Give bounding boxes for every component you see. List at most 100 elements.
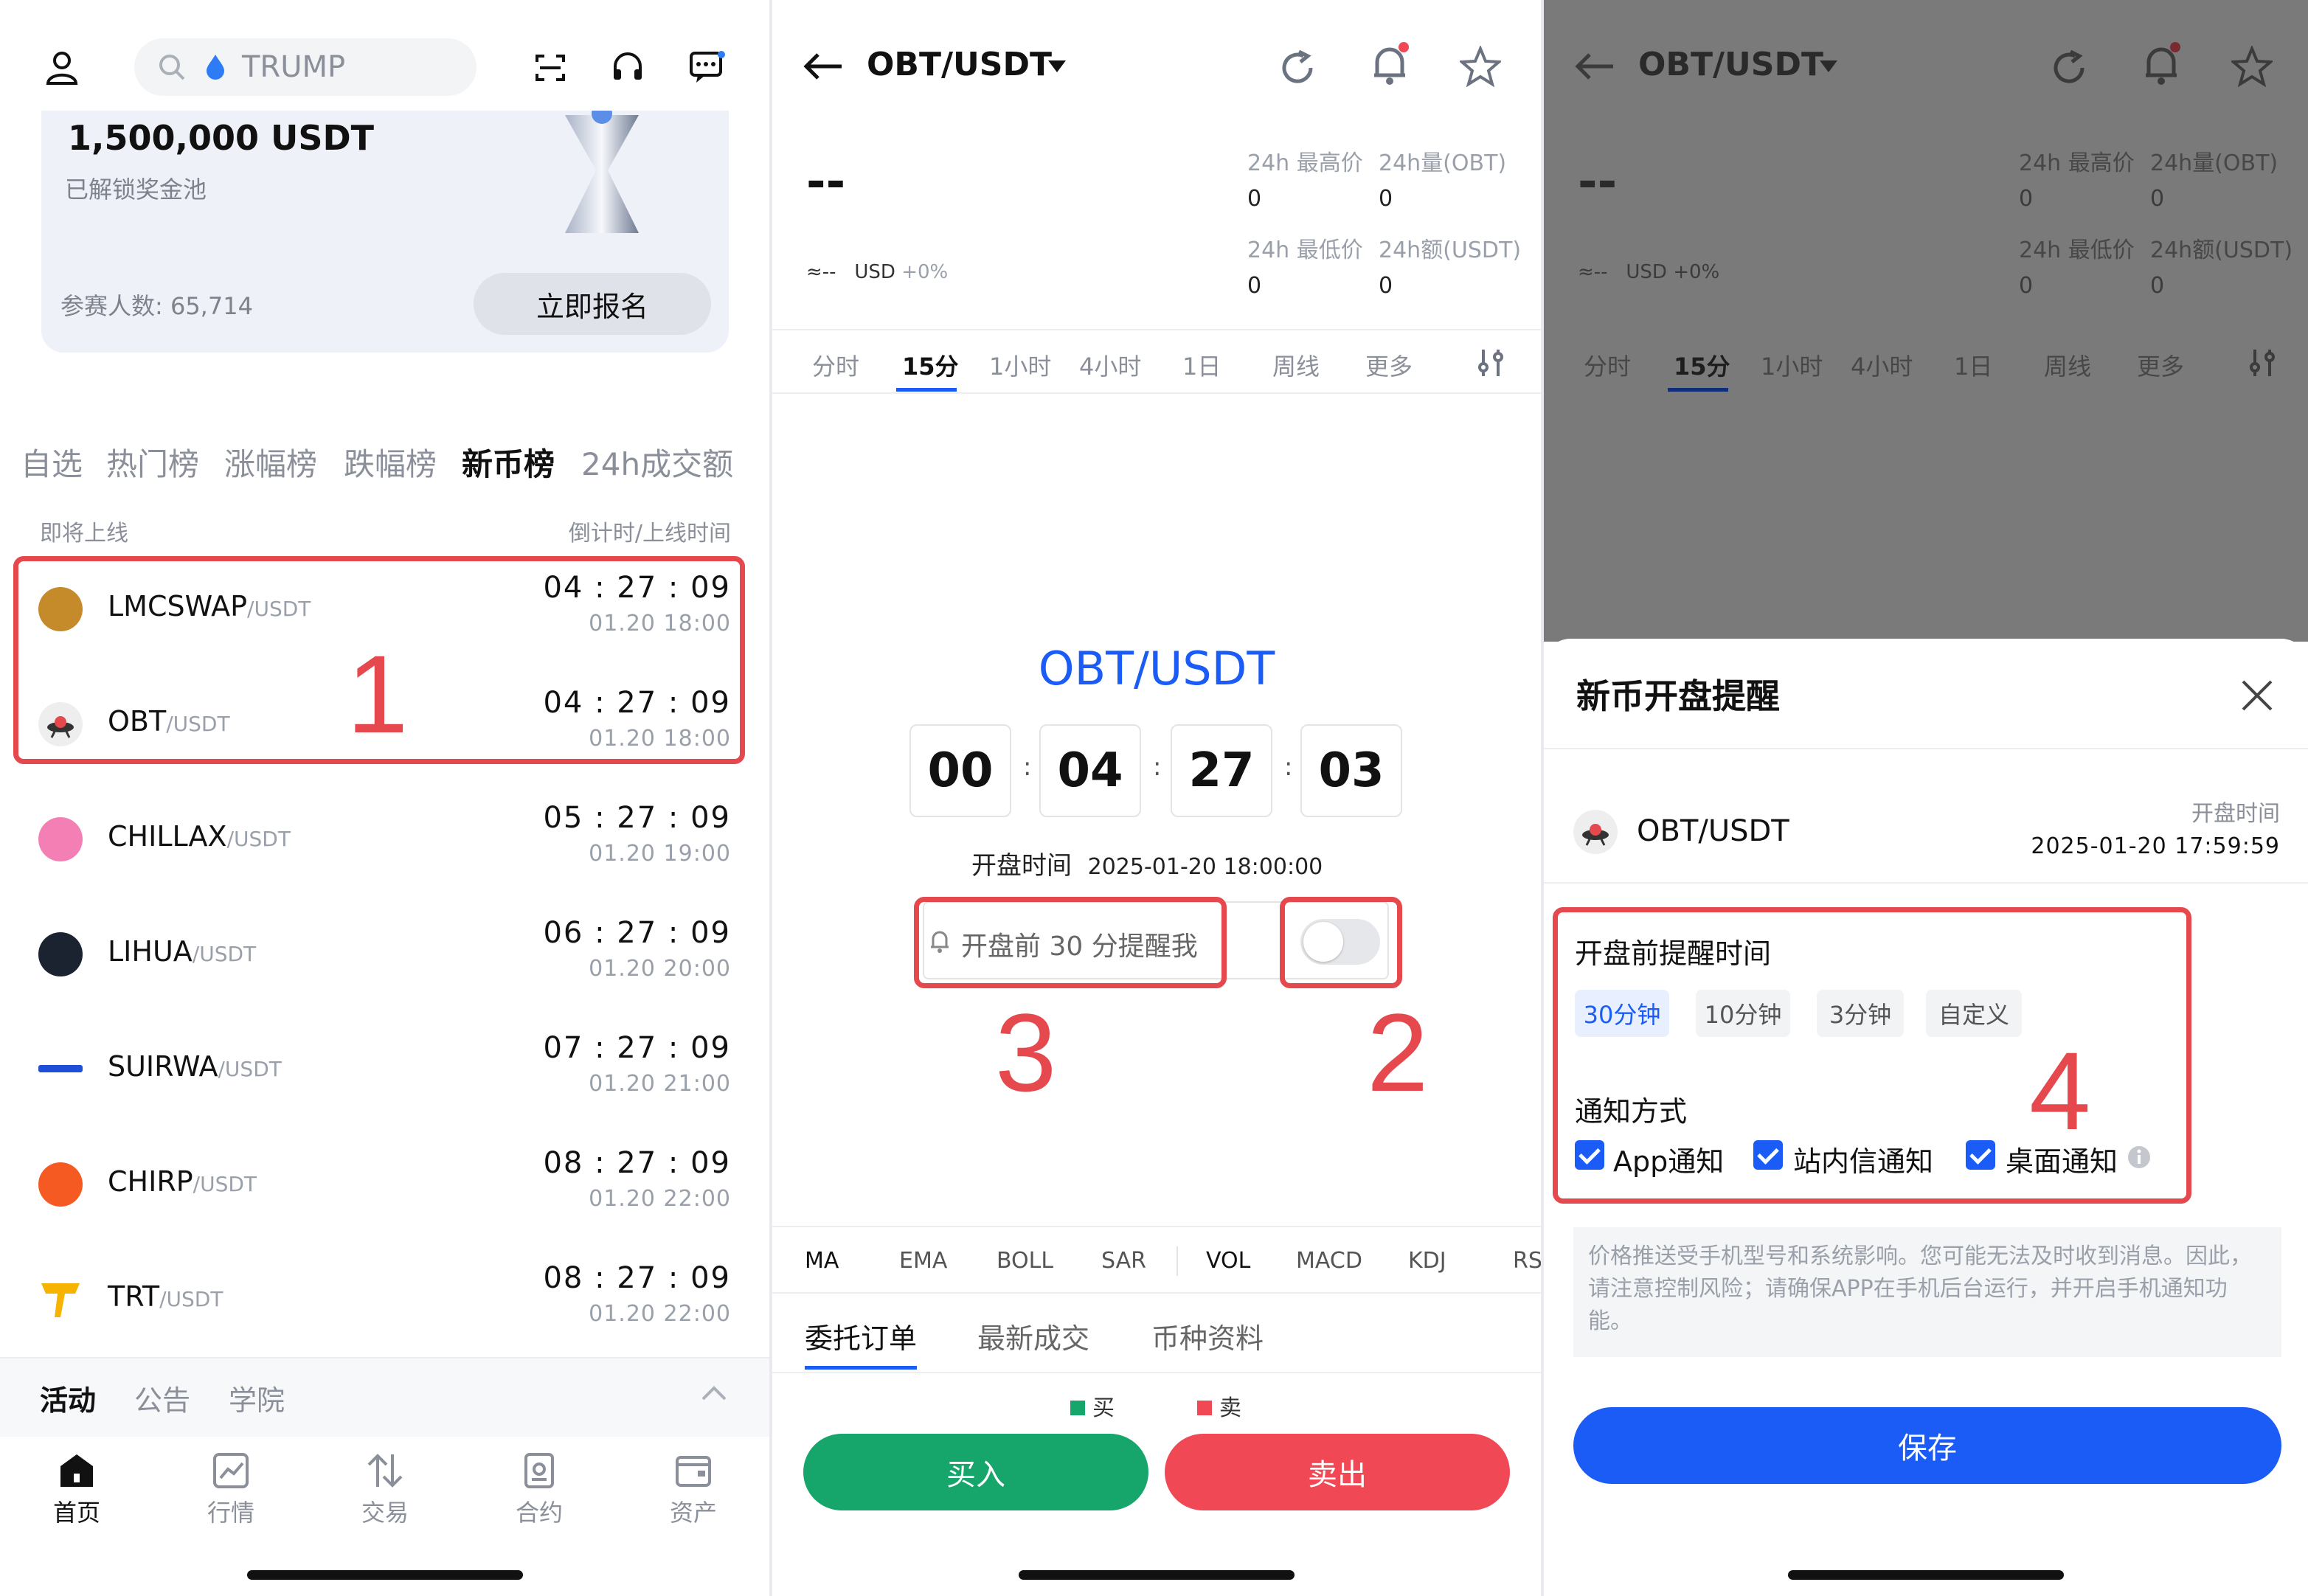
coin-launch-time: 01.20 22:00 — [589, 1186, 731, 1212]
coin-name: CHILLAX — [108, 820, 227, 853]
approx-value: ≈-- — [806, 261, 836, 283]
open-time-label: 开盘时间 — [971, 851, 1072, 881]
tab-gainers[interactable]: 涨幅榜 — [224, 440, 317, 485]
tab-24h-volume[interactable]: 24h成交额 — [581, 440, 733, 485]
buy-button[interactable]: 买入 — [803, 1434, 1148, 1510]
caret-down-icon[interactable] — [1047, 59, 1067, 74]
tab-latest-trades[interactable]: 最新成交 — [977, 1316, 1089, 1356]
tf-more[interactable]: 更多 — [1365, 348, 1413, 382]
home-panel: 1,500,000 USDT 已解锁奖金池 参赛人数: 65,714 立即报名 … — [0, 0, 769, 1596]
nav-trade[interactable]: 交易 — [341, 1451, 429, 1528]
amount-label: 24h额(USDT) — [2150, 237, 2293, 263]
refresh-icon[interactable] — [1278, 49, 1317, 87]
participants-count: 参赛人数: 65,714 — [60, 292, 253, 320]
settings-sliders-icon[interactable] — [1476, 347, 1505, 379]
ind-boll[interactable]: BOLL — [997, 1248, 1053, 1274]
enroll-button[interactable]: 立即报名 — [474, 273, 711, 335]
coin-countdown: 08 : 27 : 09 — [543, 1146, 731, 1180]
ind-macd[interactable]: MACD — [1296, 1248, 1362, 1274]
nav-market[interactable]: 行情 — [187, 1451, 275, 1528]
bell-icon[interactable] — [1370, 41, 1410, 89]
tab-hot[interactable]: 热门榜 — [106, 440, 199, 485]
tf-1h[interactable]: 1小时 — [989, 348, 1051, 382]
search-input[interactable]: TRUMP — [134, 38, 476, 96]
coin-row-suirwa[interactable]: SUIRWA/USDT 07 : 27 : 09 01.20 21:00 — [0, 1013, 769, 1128]
tf-15m[interactable]: 15分 — [902, 348, 959, 382]
search-placeholder: TRUMP — [242, 50, 346, 84]
tf-1d[interactable]: 1日 — [1182, 348, 1221, 382]
ind-ma[interactable]: MA — [805, 1248, 839, 1274]
annotation-4: 4 — [2029, 1029, 2091, 1153]
coin-countdown: 08 : 27 : 09 — [543, 1261, 731, 1295]
sell-legend-swatch — [1197, 1401, 1212, 1415]
star-icon[interactable] — [1460, 46, 1501, 87]
countdown-seconds: 03 — [1300, 724, 1402, 817]
pair-title: OBT/USDT — [1638, 46, 1823, 83]
coin-row-lihua[interactable]: LIHUA/USDT 06 : 27 : 09 01.20 20:00 — [0, 898, 769, 1013]
tab-favorites[interactable]: 自选 — [21, 440, 83, 485]
tf-week[interactable]: 周线 — [1272, 348, 1320, 382]
ind-vol[interactable]: VOL — [1206, 1248, 1250, 1274]
open-time-value: 2025-01-20 17:59:59 — [2031, 833, 2280, 859]
countdown-days: 00 — [909, 724, 1011, 817]
message-icon[interactable] — [689, 50, 726, 84]
highlight-box-2 — [1280, 897, 1402, 988]
lihua-logo — [38, 932, 83, 976]
caret-down-icon — [1820, 60, 1837, 72]
ind-sar[interactable]: SAR — [1101, 1248, 1146, 1274]
tab-open-orders[interactable]: 委托订单 — [805, 1316, 917, 1356]
tab-losers[interactable]: 跌幅榜 — [344, 440, 437, 485]
coin-row-trt[interactable]: TRT/USDT 08 : 27 : 09 01.20 22:00 — [0, 1243, 769, 1359]
divider-line — [772, 329, 1541, 330]
divider-line — [772, 1292, 1541, 1294]
tab-academy[interactable]: 学院 — [229, 1378, 285, 1418]
top-bar: TRUMP — [0, 0, 769, 111]
user-icon[interactable] — [46, 50, 78, 86]
list-header-left: 即将上线 — [40, 521, 128, 547]
nav-assets[interactable]: 资产 — [649, 1451, 738, 1528]
legend-buy: 买 — [1092, 1395, 1115, 1421]
open-time-value: 2025-01-20 18:00:00 — [1087, 854, 1323, 880]
coin-pair: /USDT — [226, 827, 291, 851]
home-indicator — [1019, 1570, 1295, 1580]
colon: : — [1153, 752, 1162, 782]
countdown-hours: 04 — [1039, 724, 1141, 817]
tab-activities[interactable]: 活动 — [40, 1378, 96, 1418]
ind-rsi[interactable]: RS — [1513, 1248, 1541, 1274]
tf-4h[interactable]: 4小时 — [1079, 348, 1141, 382]
tf-time-share[interactable]: 分时 — [812, 348, 859, 382]
coin-row-chirp[interactable]: CHIRP/USDT 08 : 27 : 09 01.20 22:00 — [0, 1128, 769, 1243]
coin-name: CHIRP — [108, 1165, 193, 1198]
tab-coin-info[interactable]: 币种资料 — [1151, 1316, 1264, 1356]
home-indicator — [246, 1570, 523, 1580]
dimmed-background[interactable]: OBT/USDT -- ≈-- USD +0% 24h 最高价 0 24h量(O… — [1544, 0, 2308, 642]
close-icon[interactable] — [2240, 679, 2274, 712]
amount-value: 0 — [2150, 273, 2165, 299]
back-arrow-icon — [1575, 53, 1613, 80]
divider-line — [1176, 1246, 1178, 1276]
chevron-up-icon[interactable] — [701, 1385, 727, 1401]
tab-new-coins[interactable]: 新币榜 — [462, 440, 555, 485]
nav-home[interactable]: 首页 — [32, 1451, 121, 1528]
chirp-logo — [38, 1162, 83, 1207]
volume-value: 0 — [1379, 186, 1393, 212]
scan-icon[interactable] — [534, 53, 566, 83]
pair-title[interactable]: OBT/USDT — [867, 46, 1052, 83]
change-percent: +0% — [1673, 261, 1720, 283]
save-button[interactable]: 保存 — [1573, 1407, 2281, 1484]
tab-announcements[interactable]: 公告 — [134, 1378, 190, 1418]
divider-line — [772, 1372, 1541, 1373]
nav-assets-label: 资产 — [669, 1499, 717, 1527]
ind-ema[interactable]: EMA — [899, 1248, 947, 1274]
back-arrow-icon[interactable] — [802, 52, 845, 81]
list-header-right: 倒计时/上线时间 — [568, 521, 731, 547]
low-label: 24h 最低价 — [2019, 237, 2135, 263]
open-time-label: 开盘时间 — [2191, 801, 2280, 827]
ind-kdj[interactable]: KDJ — [1408, 1248, 1446, 1274]
volume-label: 24h量(OBT) — [2150, 150, 2278, 176]
headset-icon[interactable] — [611, 50, 645, 84]
coin-launch-time: 01.20 21:00 — [589, 1071, 731, 1097]
nav-futures[interactable]: 合约 — [495, 1451, 583, 1528]
coin-row-chillax[interactable]: CHILLAX/USDT 05 : 27 : 09 01.20 19:00 — [0, 783, 769, 898]
sell-button[interactable]: 卖出 — [1165, 1434, 1510, 1510]
